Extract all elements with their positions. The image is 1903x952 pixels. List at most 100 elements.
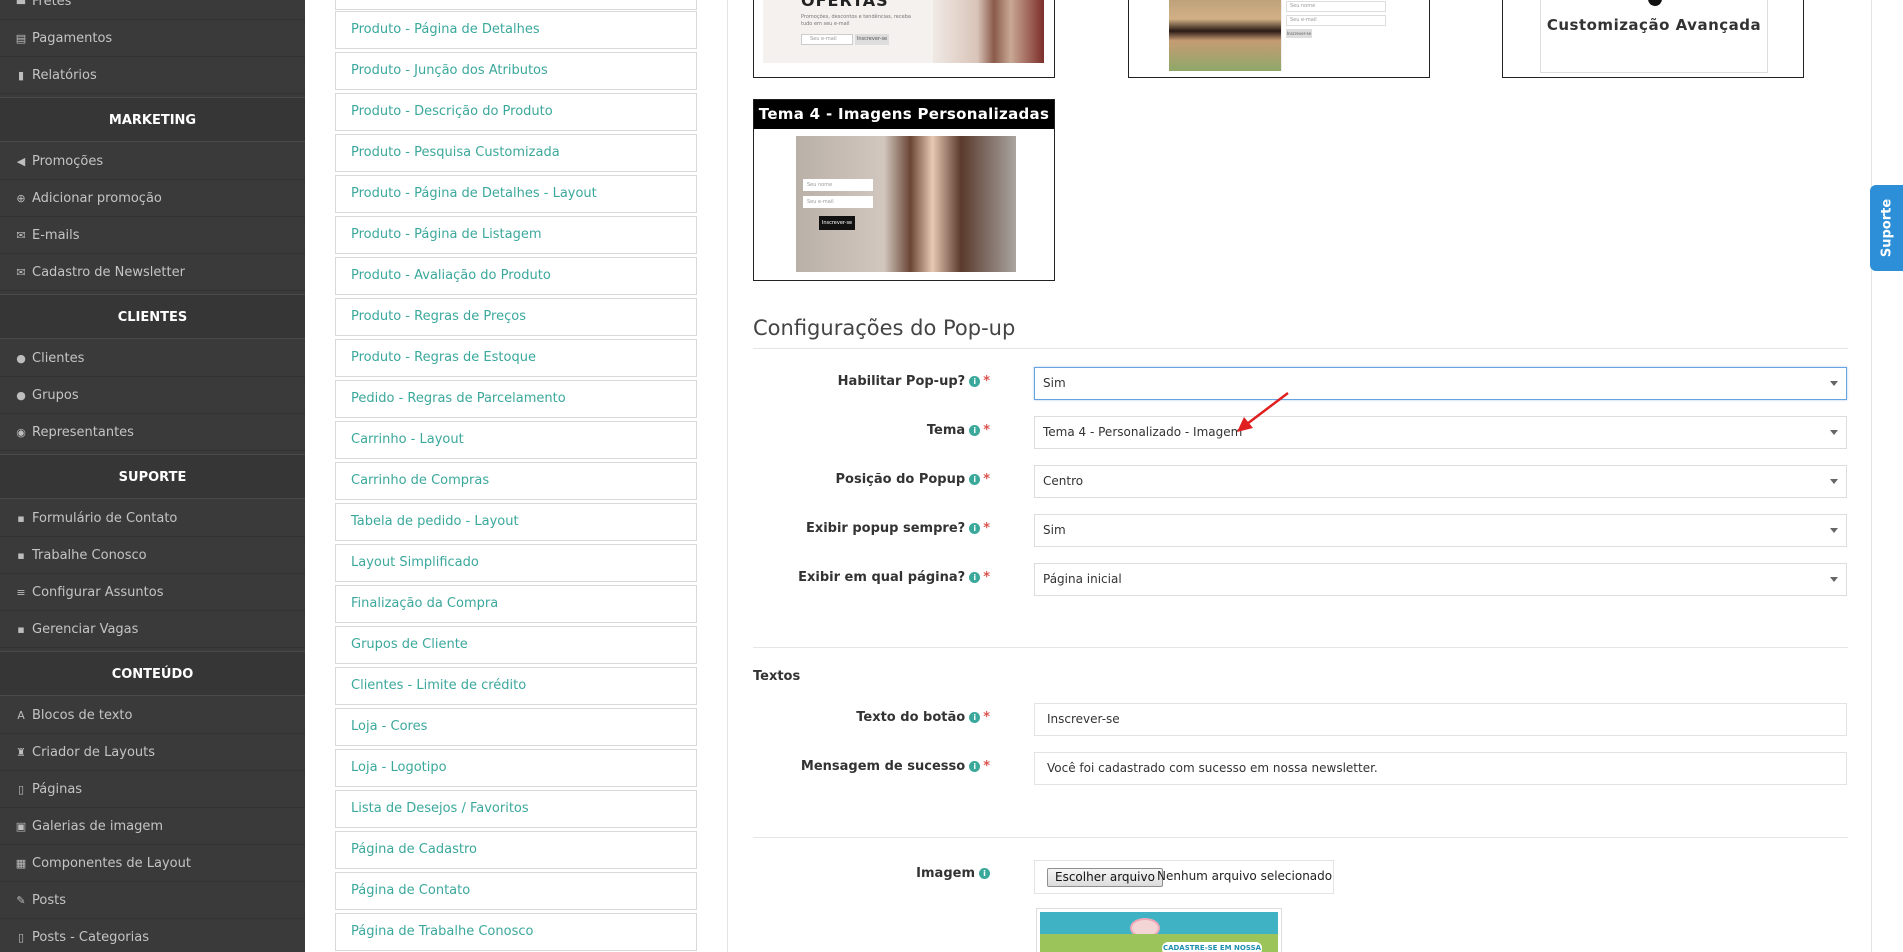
input-texto-do-botao[interactable]: Inscrever-se bbox=[1034, 703, 1847, 736]
money-icon: ▤ bbox=[15, 32, 27, 45]
bar-chart-icon: ▮ bbox=[17, 69, 25, 82]
image-icon: ▣ bbox=[15, 820, 27, 833]
settings-list-item-produto-pagina-de-detalhes[interactable]: Produto - Página de Detalhes bbox=[335, 11, 697, 49]
required-marker: * bbox=[983, 472, 990, 487]
user-icon: ● bbox=[16, 352, 26, 365]
support-tab[interactable]: Suporte bbox=[1870, 185, 1903, 271]
sidebar-item-trabalhe-conosco[interactable]: ▪ Trabalhe Conosco bbox=[0, 537, 305, 574]
choose-file-button[interactable]: Escolher arquivo bbox=[1047, 868, 1163, 887]
sidebar-item-label: Formulário de Contato bbox=[32, 511, 178, 526]
theme-2-field-1: Seu nome bbox=[1286, 1, 1386, 12]
settings-list-item-pagina-de-trabalhe-conosco[interactable]: Página de Trabalhe Conosco bbox=[335, 913, 697, 951]
theme-card-3[interactable]: Customização Avançada bbox=[1502, 0, 1804, 78]
sidebar-item-label: Páginas bbox=[32, 782, 83, 797]
select-value: Sim bbox=[1043, 376, 1066, 390]
theme-thumb-1: OFERTAS Promoções, descontos e tendência… bbox=[763, 0, 1044, 63]
field-label-texto-do-botao: Texto do botão i * bbox=[740, 710, 990, 725]
settings-list-item-produto-descricao-do-produto[interactable]: Produto - Descrição do Produto bbox=[335, 93, 697, 131]
settings-list-item-layout-simplificado[interactable]: Layout Simplificado bbox=[335, 544, 697, 582]
settings-list-item-produto-regras-de-precos[interactable]: Produto - Regras de Preços bbox=[335, 298, 697, 336]
settings-list-item-produto-juncao-dos-atributos[interactable]: Produto - Junção dos Atributos bbox=[335, 52, 697, 90]
sidebar-item-galerias-de-imagem[interactable]: ▣ Galerias de imagem bbox=[0, 808, 305, 845]
sidebar-item-grupos[interactable]: ● Grupos bbox=[0, 377, 305, 414]
sidebar-section-suporte: SUPORTE bbox=[0, 454, 305, 499]
sidebar-item-adicionar-promocao[interactable]: ⊕ Adicionar promoção bbox=[0, 180, 305, 217]
settings-list-item-produto-pagina-de-detalhes-layout[interactable]: Produto - Página de Detalhes - Layout bbox=[335, 175, 697, 213]
sidebar-item-blocos-de-texto[interactable]: A Blocos de texto bbox=[0, 697, 305, 734]
sidebar-item-criador-de-layouts[interactable]: ♜ Criador de Layouts bbox=[0, 734, 305, 771]
settings-list-item-produto-regras-de-estoque[interactable]: Produto - Regras de Estoque bbox=[335, 339, 697, 377]
envelope-icon: ✉ bbox=[16, 266, 26, 279]
sidebar-item-e-mails[interactable]: ✉ E-mails bbox=[0, 217, 305, 254]
image-preview-text: CADASTRE-SE EM NOSSA bbox=[1162, 942, 1262, 952]
theme-4-title: Tema 4 - Imagens Personalizadas bbox=[754, 100, 1054, 129]
sidebar-item-fretes[interactable]: ▬ Fretes bbox=[0, 0, 305, 20]
theme-1-button: Inscrever-se bbox=[855, 34, 889, 45]
sidebar-item-formulario-de-contato[interactable]: ▪ Formulário de Contato bbox=[0, 500, 305, 537]
required-marker: * bbox=[983, 374, 990, 389]
sidebar-item-label: Trabalhe Conosco bbox=[32, 548, 147, 563]
settings-list-item-pedido-regras-de-parcelamento[interactable]: Pedido - Regras de Parcelamento bbox=[335, 380, 697, 418]
sidebar: ▬ Fretes ▤ Pagamentos ▮ Relatórios MARKETING ◀ P… bbox=[0, 0, 305, 952]
select-exibir-popup-sempre[interactable]: Sim bbox=[1034, 514, 1847, 547]
sidebar-item-componentes-de-layout[interactable]: ▦ Componentes de Layout bbox=[0, 845, 305, 882]
sidebar-item-posts[interactable]: ✎ Posts bbox=[0, 882, 305, 919]
select-tema[interactable]: Tema 4 - Personalizado - Imagem bbox=[1034, 416, 1847, 449]
list-item-partial[interactable] bbox=[335, 0, 697, 10]
comment-icon: ▪ bbox=[17, 512, 25, 525]
sidebar-item-cadastro-de-newsletter[interactable]: ✉ Cadastro de Newsletter bbox=[0, 254, 305, 291]
settings-list-item-produto-avaliacao-do-produto[interactable]: Produto - Avaliação do Produto bbox=[335, 257, 697, 295]
sidebar-item-gerenciar-vagas[interactable]: ▪ Gerenciar Vagas bbox=[0, 611, 305, 648]
settings-list-item-carrinho-de-compras[interactable]: Carrinho de Compras bbox=[335, 462, 697, 500]
sidebar-item-label: Galerias de imagem bbox=[32, 819, 164, 834]
sidebar-item-posts-categorias[interactable]: ▯ Posts - Categorias bbox=[0, 919, 305, 952]
settings-list-item-pagina-de-contato[interactable]: Página de Contato bbox=[335, 872, 697, 910]
sidebar-item-label: Componentes de Layout bbox=[32, 856, 191, 871]
sidebar-item-label: Configurar Assuntos bbox=[32, 585, 164, 600]
sidebar-item-representantes[interactable]: ◉ Representantes bbox=[0, 414, 305, 451]
settings-list-item-clientes-limite-de-credito[interactable]: Clientes - Limite de crédito bbox=[335, 667, 697, 705]
settings-list-item-lista-de-desejos-favoritos[interactable]: Lista de Desejos / Favoritos bbox=[335, 790, 697, 828]
theme-card-2[interactable]: Seu nome Seu e-mail Inscrever-se bbox=[1128, 0, 1430, 78]
settings-list-item-loja-logotipo[interactable]: Loja - Logotipo bbox=[335, 749, 697, 787]
sidebar-item-label: Representantes bbox=[32, 425, 134, 440]
theme-card-1[interactable]: OFERTAS Promoções, descontos e tendência… bbox=[753, 0, 1055, 78]
sidebar-item-label: Pagamentos bbox=[32, 31, 113, 46]
sidebar-item-label: Gerenciar Vagas bbox=[32, 622, 139, 637]
sidebar-item-relatorios[interactable]: ▮ Relatórios bbox=[0, 57, 305, 94]
select-habilitar-pop-up[interactable]: Sim bbox=[1034, 367, 1847, 400]
sidebar-item-pagamentos[interactable]: ▤ Pagamentos bbox=[0, 20, 305, 57]
sidebar-item-label: Fretes bbox=[32, 0, 72, 9]
settings-list-item-grupos-de-cliente[interactable]: Grupos de Cliente bbox=[335, 626, 697, 664]
settings-list-item-tabela-de-pedido-layout[interactable]: Tabela de pedido - Layout bbox=[335, 503, 697, 541]
info-icon: i bbox=[979, 868, 990, 879]
sidebar-item-paginas[interactable]: ▯ Páginas bbox=[0, 771, 305, 808]
theme-2-form: Seu nome Seu e-mail Inscrever-se bbox=[1281, 0, 1391, 71]
sidebar-item-promocoes[interactable]: ◀ Promoções bbox=[0, 143, 305, 180]
divider bbox=[753, 647, 1848, 648]
sidebar-item-label: Criador de Layouts bbox=[32, 745, 156, 760]
theme-4-field-1: Seu nome bbox=[803, 179, 873, 191]
list-icon: ≡ bbox=[16, 586, 26, 599]
settings-list-item-finalizacao-da-compra[interactable]: Finalização da Compra bbox=[335, 585, 697, 623]
texts-heading: Textos bbox=[753, 669, 801, 684]
required-marker: * bbox=[983, 521, 990, 536]
chevron-down-icon bbox=[1830, 479, 1838, 484]
settings-list-item-produto-pesquisa-customizada[interactable]: Produto - Pesquisa Customizada bbox=[335, 134, 697, 172]
settings-list-item-pagina-de-cadastro[interactable]: Página de Cadastro bbox=[335, 831, 697, 869]
required-marker: * bbox=[983, 759, 990, 774]
sidebar-item-configurar-assuntos[interactable]: ≡ Configurar Assuntos bbox=[0, 574, 305, 611]
select-posicao-do-popup[interactable]: Centro bbox=[1034, 465, 1847, 498]
settings-list-item-carrinho-layout[interactable]: Carrinho - Layout bbox=[335, 421, 697, 459]
truck-icon: ▬ bbox=[15, 0, 27, 8]
theme-thumb-2: Seu nome Seu e-mail Inscrever-se bbox=[1129, 0, 1429, 77]
settings-list-item-loja-cores[interactable]: Loja - Cores bbox=[335, 708, 697, 746]
select-exibir-em-qual-pagina[interactable]: Página inicial bbox=[1034, 563, 1847, 596]
theme-card-4[interactable]: Tema 4 - Imagens Personalizadas Seu nome… bbox=[753, 99, 1055, 281]
divider bbox=[753, 837, 1848, 838]
info-icon: i bbox=[969, 523, 981, 534]
settings-list-item-produto-pagina-de-listagem[interactable]: Produto - Página de Listagem bbox=[335, 216, 697, 254]
chevron-down-icon bbox=[1830, 381, 1838, 386]
input-mensagem-de-sucesso[interactable]: Você foi cadastrado com sucesso em nossa… bbox=[1034, 752, 1847, 785]
sidebar-item-clientes[interactable]: ● Clientes bbox=[0, 340, 305, 377]
